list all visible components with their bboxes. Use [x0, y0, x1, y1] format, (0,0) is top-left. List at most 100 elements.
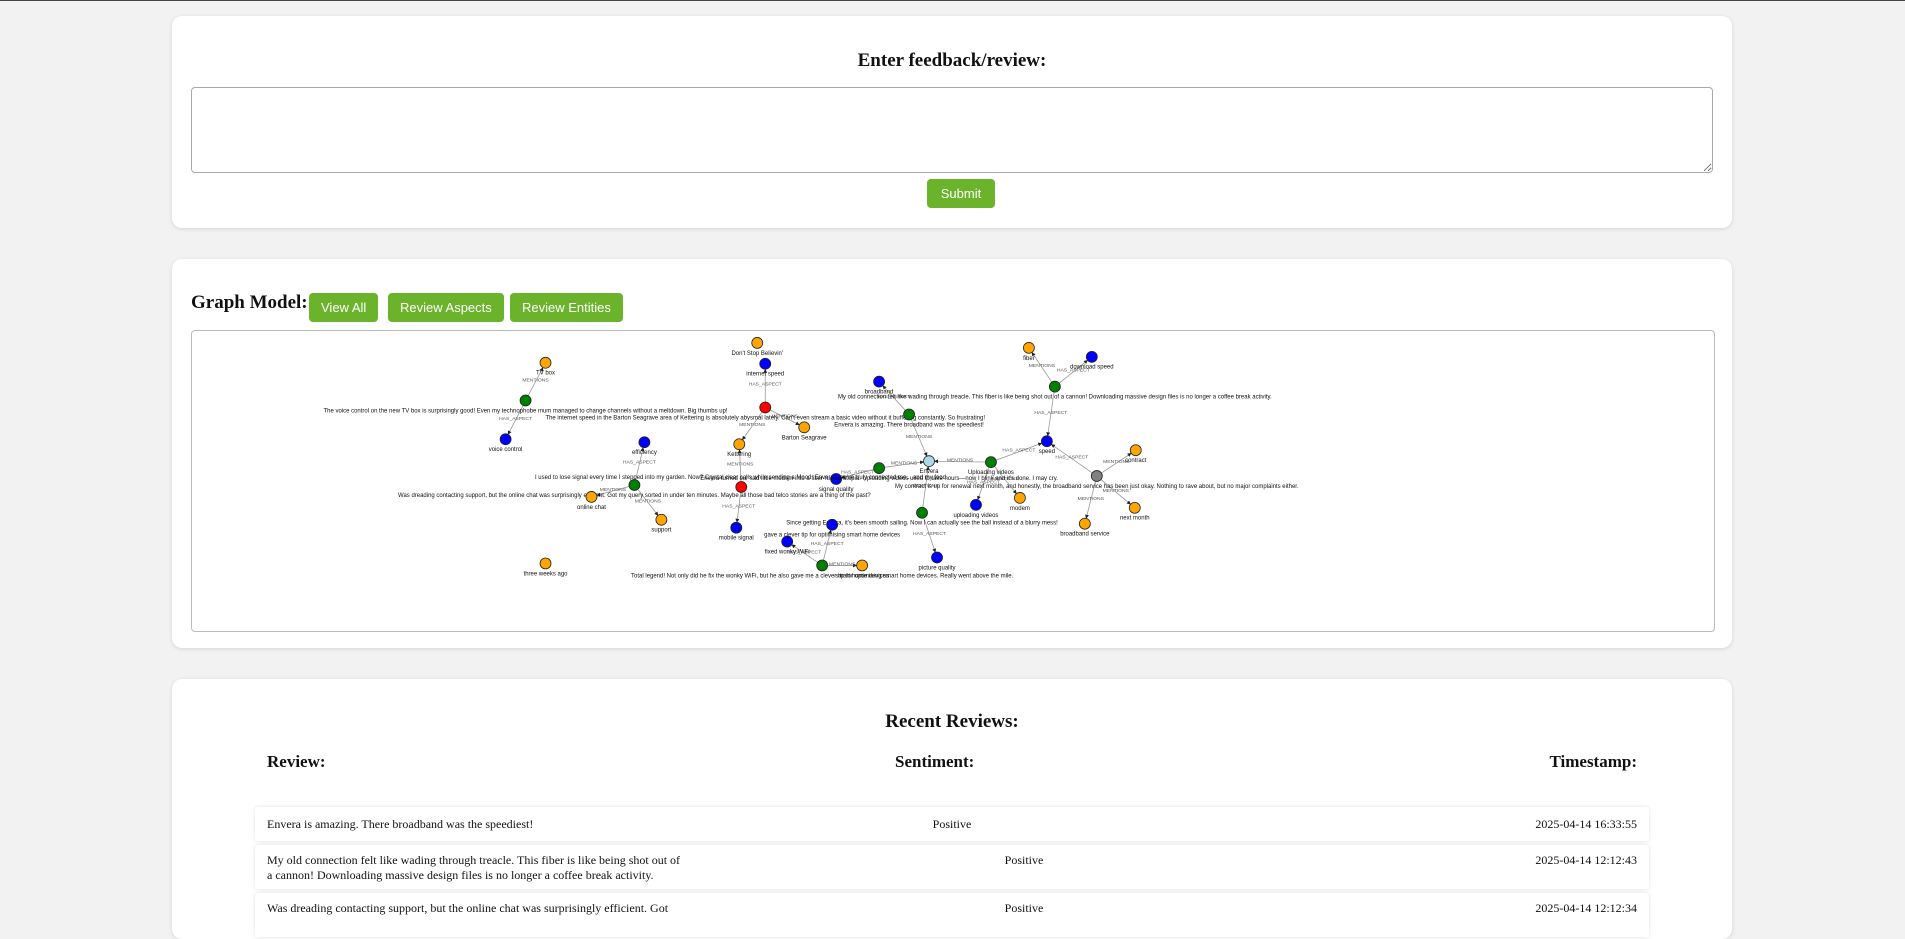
graph-node-label: Envera is amazing. There broadband was t…	[834, 422, 984, 428]
graph-node-circle[interactable]	[798, 421, 811, 434]
graph-edge-label: HAS_ASPECT	[722, 503, 755, 509]
graph-node-entity[interactable]: next month	[1120, 501, 1150, 522]
feedback-textarea[interactable]	[191, 87, 1713, 173]
graph-node-entity[interactable]: three weeks ago	[524, 557, 569, 577]
graph-node-entity[interactable]: modem	[1010, 492, 1030, 512]
graph-node-review[interactable]: The voice control on the new TV box is s…	[324, 394, 728, 414]
graph-node-label: Total legend! Not only did he fix the wo…	[631, 573, 1014, 579]
graph-node-label: The voice control on the new TV box is s…	[324, 408, 728, 414]
column-header-review: Review:	[267, 752, 326, 771]
graph-node-label: speed	[1039, 449, 1055, 455]
graph-node-entity[interactable]: fiber	[1023, 342, 1035, 362]
graph-node-label: uploading videos	[954, 513, 999, 519]
graph-node-aspect[interactable]: picture quality	[919, 551, 956, 571]
review-text: Was dreading contacting support, but the…	[267, 901, 669, 915]
graph-edge-label: MENTIONS	[635, 498, 662, 504]
graph-node-circle[interactable]	[1078, 517, 1091, 530]
graph-node-label: Envera	[920, 469, 940, 475]
graph-edge-label: HAS_ASPECT	[499, 416, 532, 422]
graph-node-circle[interactable]	[733, 438, 746, 451]
graph-node-circle[interactable]	[1090, 470, 1103, 482]
graph-edge-label: HAS_ASPECT	[913, 531, 946, 537]
graph-node-aspect[interactable]: internet speed	[746, 357, 784, 378]
graph-edge-label: HAS_ASPECT	[1034, 410, 1067, 416]
graph-node-circle[interactable]	[1048, 380, 1061, 393]
graph-node-aspect[interactable]: fixed wonky WiFi	[765, 535, 810, 556]
graph-node-circle[interactable]	[499, 433, 512, 446]
graph-node-circle[interactable]	[781, 535, 794, 548]
graph-node-circle[interactable]	[826, 518, 839, 531]
graph-node-aspect[interactable]: uploading videos	[954, 498, 999, 519]
graph-node-circle[interactable]	[985, 456, 997, 468]
review-text: My old connection felt like wading throu…	[267, 853, 681, 882]
graph-node-label: My old connection felt like wading throu…	[838, 395, 1272, 401]
graph-node-circle[interactable]	[759, 401, 772, 414]
graph-edge-label: HAS_ASPECT	[1002, 448, 1035, 454]
graph-node-label: Was dreading contacting support, but the…	[398, 493, 871, 499]
graph-node-circle[interactable]	[923, 455, 935, 467]
graph-node-entity[interactable]: contract	[1125, 444, 1147, 464]
graph-node-circle[interactable]	[735, 481, 748, 493]
graph-node-circle[interactable]	[873, 375, 885, 388]
graph-node-brand[interactable]: Envera	[920, 455, 940, 475]
graph-canvas[interactable]: MENTIONS HAS_ASPECT HAS_ASPECT MENTIONS MENT…	[191, 330, 1715, 632]
graph-edge-label: MENTIONS	[522, 378, 549, 384]
graph-node-circle[interactable]	[856, 559, 869, 572]
graph-node-aspect[interactable]: download speed	[1070, 350, 1114, 371]
graph-node-label: Barton Seagrave	[782, 435, 828, 441]
graph-node-entity[interactable]: support	[651, 513, 672, 534]
graph-node-entity[interactable]: Barton Seagrave	[782, 421, 828, 441]
feedback-card: Enter feedback/review: Submit	[172, 16, 1732, 228]
graph-svg[interactable]: MENTIONS HAS_ASPECT HAS_ASPECT MENTIONS MENT…	[192, 331, 1714, 631]
graph-node-review[interactable]: Uploading videos	[968, 456, 1014, 476]
graph-node-entity[interactable]: broadband service	[1060, 517, 1110, 538]
graph-node-label: TV box	[536, 371, 555, 377]
graph-edge-label: HAS_ASPECT	[811, 541, 844, 547]
graph-node-aspect[interactable]: efficiency	[632, 436, 657, 456]
graph-node-circle[interactable]	[730, 521, 743, 534]
graph-edge	[1031, 352, 1056, 387]
graph-node-review[interactable]: Total legend! Not only did he fix the wo…	[631, 559, 1014, 579]
graph-node-circle[interactable]	[1085, 350, 1098, 363]
graph-node-review[interactable]: My old connection felt like wading throu…	[838, 380, 1272, 401]
review-entities-button[interactable]: Review Entities	[510, 293, 623, 322]
graph-node-circle[interactable]	[638, 436, 651, 449]
graph-node-label: online chat	[577, 505, 606, 511]
graph-node-circle[interactable]	[539, 557, 552, 570]
graph-node-circle[interactable]	[816, 559, 829, 572]
graph-node-circle[interactable]	[1023, 342, 1035, 354]
graph-node-circle[interactable]	[903, 408, 915, 421]
view-all-button[interactable]: View All	[309, 293, 379, 322]
graph-node-review[interactable]: Was dreading contacting support, but the…	[398, 479, 871, 499]
graph-node-aspect[interactable]: mobile signal	[719, 521, 754, 542]
graph-node-circle[interactable]	[970, 498, 982, 511]
graph-node-circle[interactable]	[916, 506, 928, 519]
graph-node-circle[interactable]	[628, 479, 641, 491]
column-header-sentiment: Sentiment:	[895, 752, 975, 771]
graph-node-entity[interactable]: Don't Stop Believin'	[731, 337, 783, 357]
graph-node-entity[interactable]: TV box	[536, 356, 555, 377]
graph-node-circle[interactable]	[585, 491, 598, 503]
graph-node-circle[interactable]	[539, 356, 552, 369]
review-timestamp: 2025-04-14 12:12:34	[1535, 901, 1637, 915]
graph-node-circle[interactable]	[1129, 444, 1142, 457]
graph-node-circle[interactable]	[655, 513, 668, 526]
graph-node-circle[interactable]	[873, 462, 885, 474]
graph-node-entity[interactable]: Kettering	[727, 438, 751, 458]
graph-node-aspect[interactable]: broadband	[865, 375, 894, 396]
graph-node-circle[interactable]	[1040, 435, 1053, 448]
graph-node-circle[interactable]	[1014, 492, 1026, 504]
review-aspects-button[interactable]: Review Aspects	[388, 293, 504, 322]
graph-node-label: broadband service	[1060, 532, 1110, 538]
reviews-card: Recent Reviews: Review: Sentiment: Times…	[172, 679, 1732, 939]
graph-node-circle[interactable]	[1128, 501, 1141, 514]
graph-node-circle[interactable]	[751, 337, 764, 349]
graph-node-circle[interactable]	[931, 551, 943, 564]
submit-button[interactable]: Submit	[927, 179, 995, 208]
feedback-title: Enter feedback/review:	[857, 50, 1047, 71]
graph-node-aspect[interactable]: voice control	[489, 433, 523, 453]
graph-node-circle[interactable]	[519, 394, 532, 407]
review-timestamp: 2025-04-14 12:12:43	[1535, 853, 1637, 867]
graph-node-label: The internet speed in the Barton Seagrav…	[545, 415, 985, 421]
graph-node-circle[interactable]	[759, 357, 772, 370]
